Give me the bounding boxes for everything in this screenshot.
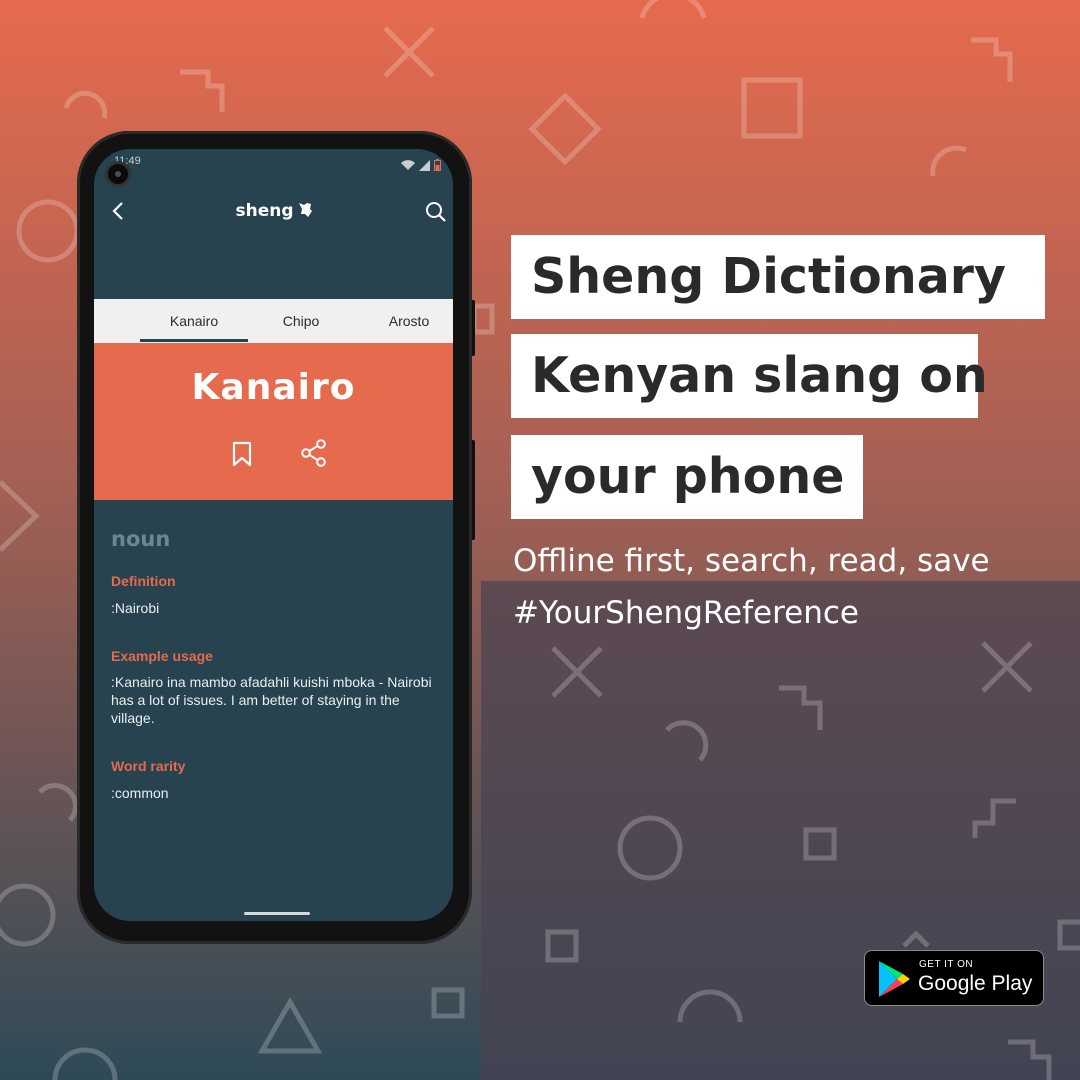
word-card: Kanairo [94,343,453,500]
google-play-big-text: Google Play [918,972,1033,995]
search-icon[interactable] [425,201,447,223]
example-text: :Kanairo ina mambo afadahli kuishi mboka… [111,674,432,726]
status-icons [401,155,441,175]
google-play-badge[interactable]: GET IT ON Google Play [864,950,1044,1006]
tab-arosto[interactable]: Arosto [354,299,453,343]
definition-title: Definition [111,573,176,589]
google-play-icon [879,961,910,997]
selected-tab-indicator [140,339,248,342]
word-title: Kanairo [191,367,356,408]
signal-icon [419,159,430,171]
rarity-text: :common [111,785,169,801]
promo-title-line3: your phone [511,435,863,519]
kenya-map-icon [298,203,312,217]
bookmark-icon[interactable] [231,441,253,467]
app-logo-text: sheng [235,201,294,221]
battery-icon [434,159,441,171]
tab-chipo[interactable]: Chipo [248,299,354,343]
example-title: Example usage [111,648,213,664]
phone-screen: 11:49 sheng Kanairo Chipo Arosto Kanairo… [94,149,453,921]
promo-hashtag: #YourShengReference [513,595,859,631]
phone-mockup: 11:49 sheng Kanairo Chipo Arosto Kanairo… [77,131,472,944]
share-icon[interactable] [300,439,328,467]
definition-text: :Nairobi [111,600,160,616]
camera-icon [105,161,131,187]
promo-title-line2: Kenyan slang on [511,334,988,418]
wifi-icon [401,159,415,170]
word-tabs: Kanairo Chipo Arosto [94,299,453,343]
google-play-small-text: GET IT ON [919,959,974,970]
app-logo: sheng [94,201,453,221]
home-indicator[interactable] [244,912,310,915]
promo-title-line1: Sheng Dictionary [511,235,1045,319]
tab-kanairo[interactable]: Kanairo [140,299,248,343]
rarity-title: Word rarity [111,758,186,774]
app-bar: sheng [94,189,453,249]
promo-subtitle-line1: Offline first, search, read, save [513,543,990,579]
part-of-speech: noun [111,527,171,551]
